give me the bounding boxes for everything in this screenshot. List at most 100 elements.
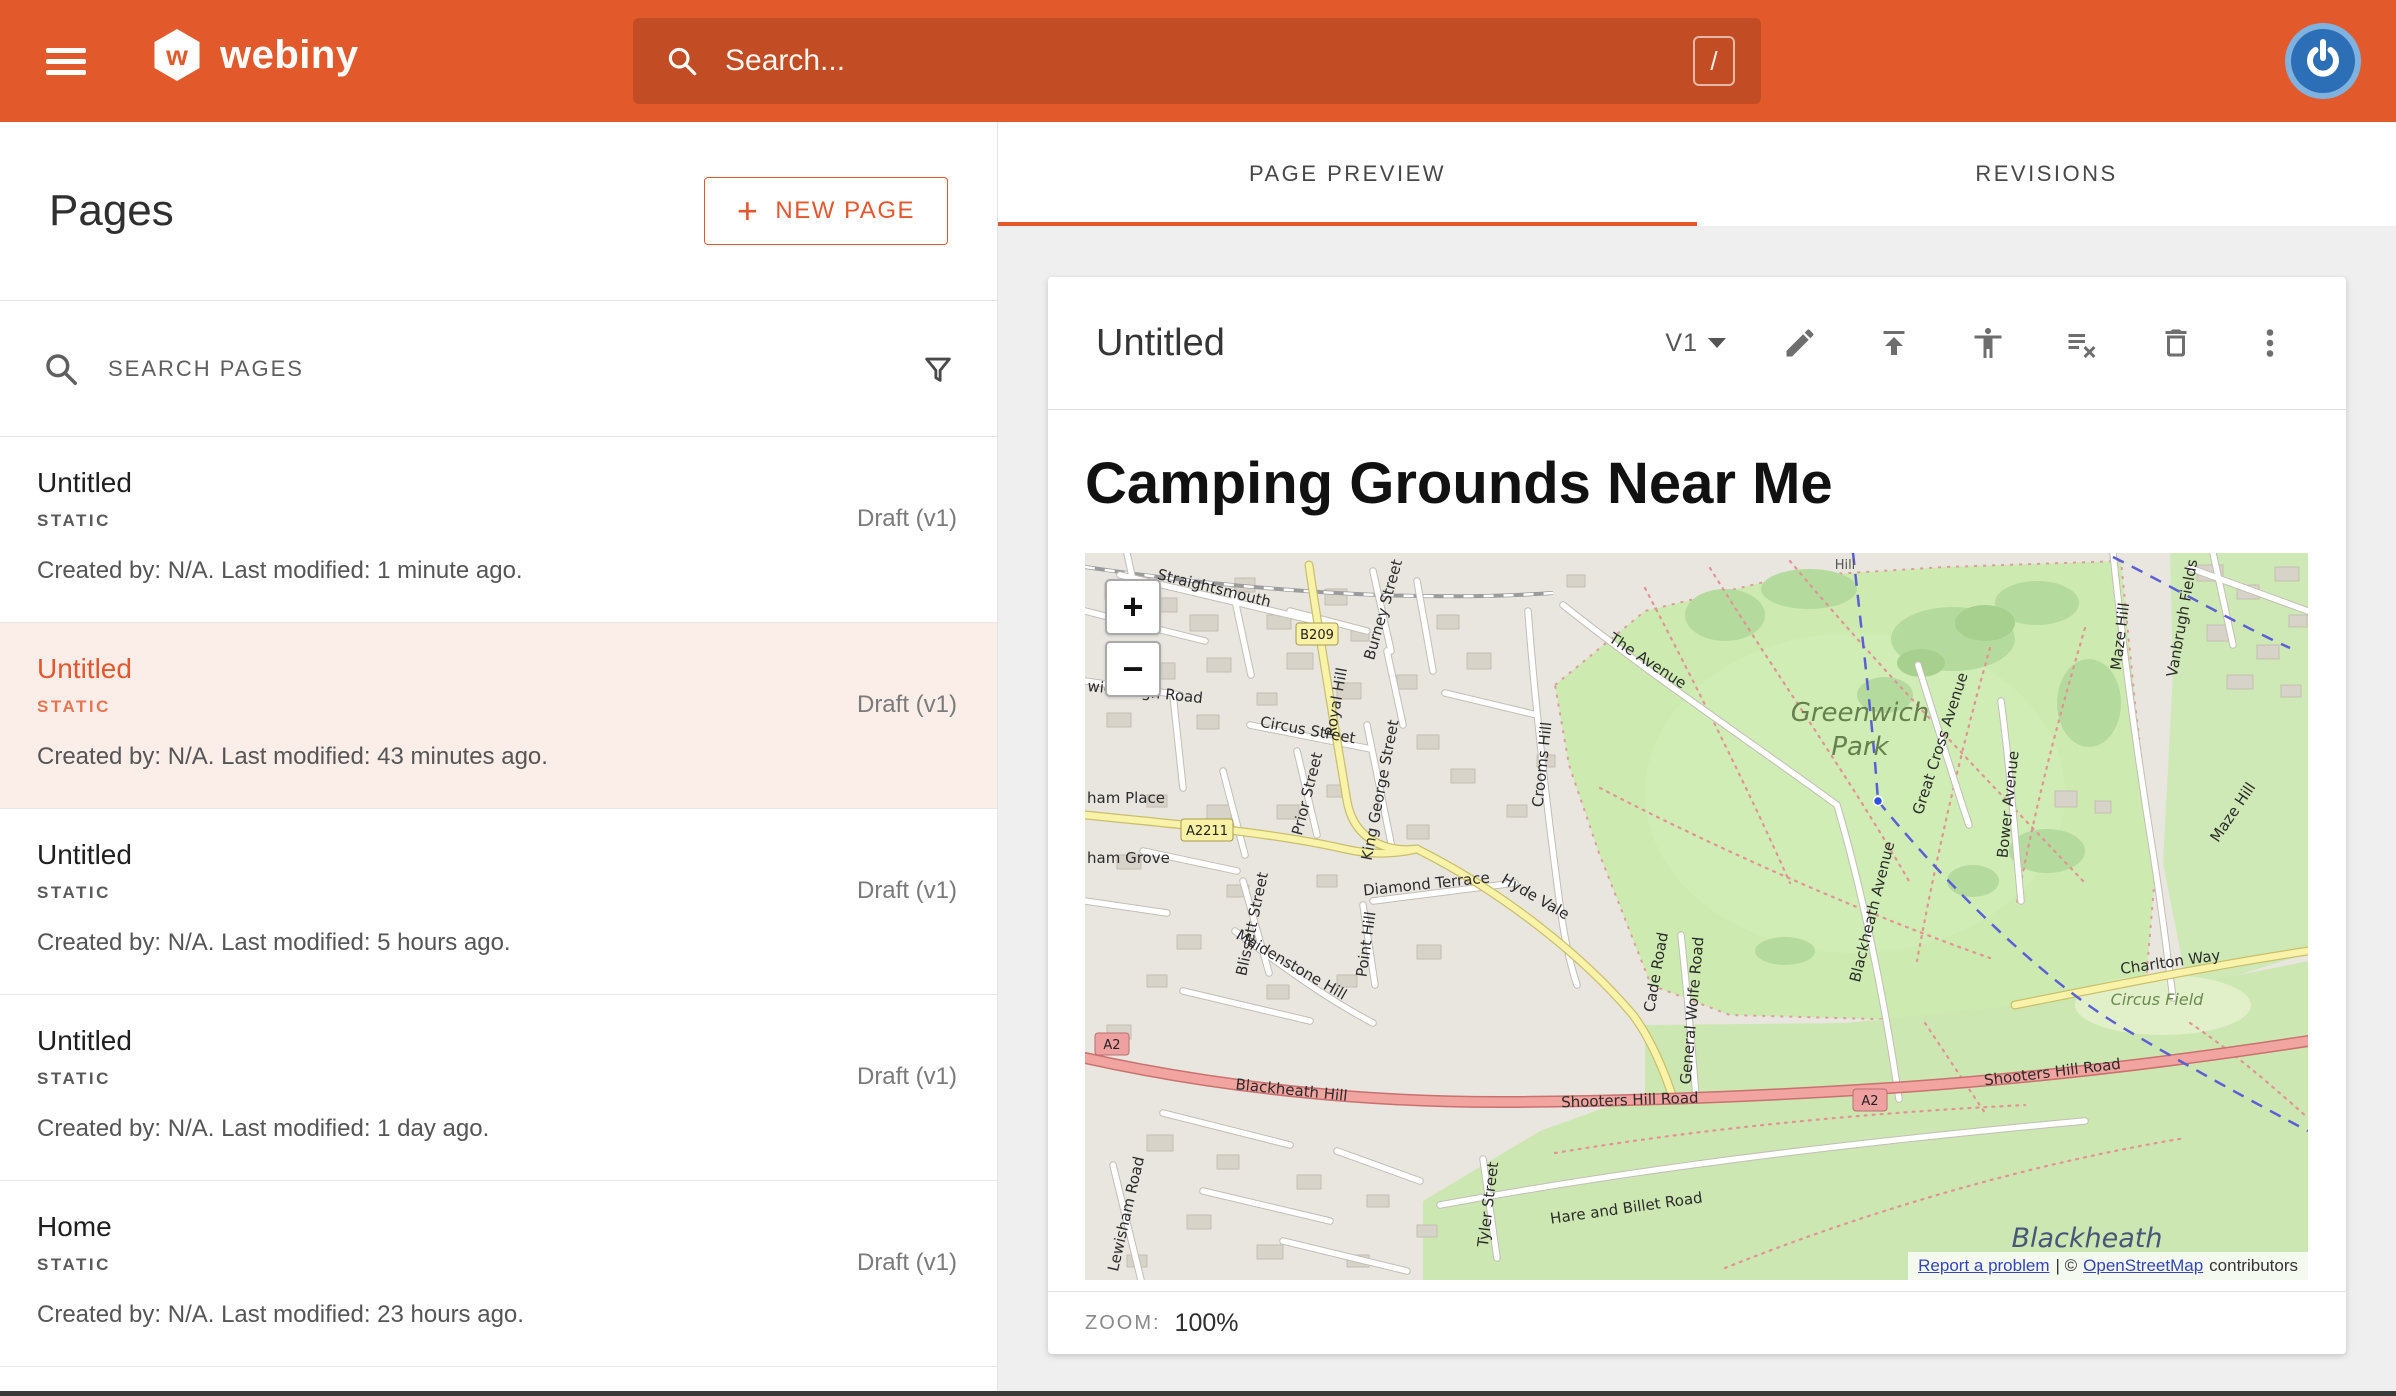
preview-area: Untitled V1 [998,226,2396,1396]
map-label: Hill [1835,558,1856,573]
page-item-status: Draft (v1) [857,1063,957,1091]
page-title: Pages [49,186,174,236]
avatar-power-icon [2284,22,2362,100]
page-item-title: Untitled [37,1025,957,1057]
person-icon [1970,325,2006,361]
new-page-label: NEW PAGE [775,197,915,225]
tab-revisions[interactable]: REVISIONS [1697,122,2396,226]
edit-button[interactable] [1780,323,1820,363]
topbar: w webiny / [0,0,2396,122]
page-preview-card: Untitled V1 [1048,277,2346,1354]
preview-panel: PAGE PREVIEW REVISIONS Untitled V1 [998,122,2396,1396]
playlist-remove-icon [2064,325,2100,361]
filter-icon[interactable] [921,352,955,386]
delete-revision-button[interactable] [2062,323,2102,363]
webiny-logo-icon: w [150,26,204,84]
page-item-type: STATIC [37,1255,957,1275]
map-zoom-controls: + − [1105,579,1161,697]
page-list-item-selected[interactable]: Untitled STATIC Created by: N/A. Last mo… [0,623,997,809]
page-list-item[interactable]: Untitled STATIC Created by: N/A. Last mo… [0,437,997,623]
app-root: w webiny / Pages [0,0,2396,1396]
trash-icon [2158,325,2194,361]
page-item-status: Draft (v1) [857,691,957,719]
map-marker-dot [1874,797,1883,806]
kebab-menu-icon [2252,325,2288,361]
zoom-label: ZOOM: [1085,1312,1161,1335]
brand-name: webiny [220,33,359,78]
card-header: Untitled V1 [1048,277,2346,410]
map-badge-a2: A2 [1861,1094,1878,1109]
page-item-status: Draft (v1) [857,505,957,533]
card-page-title: Untitled [1096,322,1225,365]
card-body: Camping Grounds Near Me [1048,450,2346,1280]
map-label: ham Place [1087,789,1165,807]
more-options-button[interactable] [2250,323,2290,363]
map-badge-a2211: A2211 [1186,824,1228,839]
card-controls: V1 [1665,323,2290,363]
page-item-title: Untitled [37,839,957,871]
page-item-meta: Created by: N/A. Last modified: 43 minut… [37,743,957,771]
window-bottom-edge [0,1391,2396,1396]
card-footer: ZOOM: 100% [1048,1291,2346,1354]
pages-panel: Pages + NEW PAGE Untitled S [0,122,998,1396]
page-item-status: Draft (v1) [857,877,957,905]
publish-icon [1876,325,1912,361]
version-label: V1 [1665,329,1698,358]
map-zoom-out-button[interactable]: − [1105,641,1161,697]
report-problem-link[interactable]: Report a problem [1918,1256,2049,1276]
map-label-greenwich-park: Park [1831,732,1889,762]
page-item-meta: Created by: N/A. Last modified: 1 minute… [37,557,957,585]
chevron-down-icon [1708,338,1726,348]
search-icon [665,44,699,78]
page-list-item[interactable]: Untitled STATIC Created by: N/A. Last mo… [0,809,997,995]
review-button[interactable] [1968,323,2008,363]
map-label: ham Grove [1087,849,1170,867]
page-item-type: STATIC [37,511,957,531]
page-item-type: STATIC [37,1069,957,1089]
svg-text:w: w [165,40,188,71]
version-selector[interactable]: V1 [1665,329,1726,358]
user-avatar[interactable] [2284,22,2362,100]
search-pages-icon [42,350,80,388]
pages-list: Untitled STATIC Created by: N/A. Last mo… [0,437,997,1367]
map-canvas: B209 A2211 A2 A2 Straightsmouth [1085,553,2308,1280]
map-attribution: Report a problem | © OpenStreetMap contr… [1908,1252,2308,1280]
attribution-suffix: contributors [2209,1256,2298,1276]
page-item-meta: Created by: N/A. Last modified: 1 day ag… [37,1115,957,1143]
page-item-title: Home [37,1211,957,1243]
page-item-status: Draft (v1) [857,1249,957,1277]
attribution-divider: | © [2055,1256,2077,1276]
hamburger-icon [46,48,86,53]
page-item-meta: Created by: N/A. Last modified: 23 hours… [37,1301,957,1329]
page-heading: Camping Grounds Near Me [1085,450,2309,517]
page-list-item[interactable]: Home STATIC Created by: N/A. Last modifi… [0,1181,997,1367]
map[interactable]: B209 A2211 A2 A2 Straightsmouth [1085,553,2308,1280]
pages-search-bar [0,300,997,437]
publish-button[interactable] [1874,323,1914,363]
page-list-item[interactable]: Untitled STATIC Created by: N/A. Last mo… [0,995,997,1181]
search-pages-input[interactable] [108,356,921,382]
new-page-button[interactable]: + NEW PAGE [704,177,948,245]
pencil-icon [1782,325,1818,361]
map-zoom-in-button[interactable]: + [1105,579,1161,635]
map-badge-b209: B209 [1300,628,1334,643]
global-search[interactable]: / [633,18,1761,104]
brand[interactable]: w webiny [150,26,359,84]
page-item-type: STATIC [37,883,957,903]
openstreetmap-link[interactable]: OpenStreetMap [2083,1256,2203,1276]
page-item-title: Untitled [37,653,957,685]
map-label-greenwich-park: Greenwich [1791,698,1930,728]
delete-button[interactable] [2156,323,2196,363]
global-search-input[interactable] [725,44,1693,78]
page-item-meta: Created by: N/A. Last modified: 5 hours … [37,929,957,957]
map-label-blackheath: Blackheath [2011,1223,2162,1254]
map-label: Circus Field [2111,990,2204,1009]
preview-tabs: PAGE PREVIEW REVISIONS [998,122,2396,226]
zoom-value: 100% [1175,1309,1239,1338]
page-item-title: Untitled [37,467,957,499]
page-item-type: STATIC [37,697,957,717]
plus-icon: + [737,193,760,229]
tab-page-preview[interactable]: PAGE PREVIEW [998,122,1697,226]
search-shortcut-key: / [1693,36,1735,86]
menu-button[interactable] [46,37,92,85]
